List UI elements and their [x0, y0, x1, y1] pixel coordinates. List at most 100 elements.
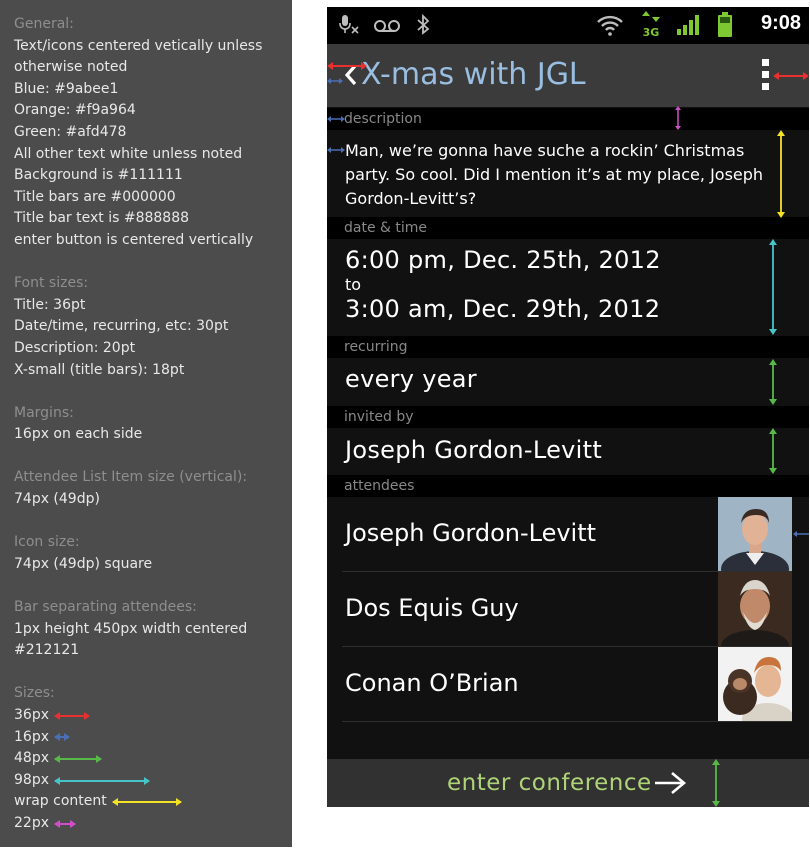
green-size-arrow-icon	[54, 754, 102, 763]
title-bar: X-mas with JGL	[327, 44, 809, 107]
spec-attendee-item: Attendee List Item size (vertical): 74px…	[14, 467, 278, 510]
spec-heading: Margins:	[14, 404, 74, 421]
height-annotation-arrow-icon	[769, 428, 777, 474]
description-section: Man, we’re gonna have suche a rockin’ Ch…	[327, 130, 809, 216]
status-time: 9:08	[760, 12, 801, 34]
spec-heading: Sizes:	[14, 685, 55, 702]
margin-annotation-arrow-icon	[327, 116, 345, 122]
date-time-section: 6:00 pm, Dec. 25th, 2012 to 3:00 am, Dec…	[327, 239, 809, 336]
magenta-size-arrow-icon	[54, 819, 76, 828]
end-datetime: 3:00 am, Dec. 29th, 2012	[345, 295, 661, 323]
start-datetime: 6:00 pm, Dec. 25th, 2012	[345, 246, 661, 274]
size-legend-row: wrap content	[14, 791, 278, 813]
size-legend-row: 98px	[14, 770, 278, 792]
margin-annotation-arrow-icon	[773, 72, 809, 80]
page-title: X-mas with JGL	[361, 57, 586, 92]
voicemail-icon	[372, 13, 402, 42]
height-annotation-arrow-icon	[769, 359, 777, 405]
spec-line: Text/icons centered vetically unless oth…	[14, 37, 263, 76]
spec-line: Orange: #f9a964	[14, 102, 136, 119]
spec-line: Blue: #9abee1	[14, 80, 119, 97]
margin-annotation-arrow-icon	[327, 147, 345, 153]
description-header: description	[327, 108, 809, 130]
attendee-name: Conan O’Brian	[345, 669, 519, 697]
spec-line: enter button is centered vertically	[14, 231, 254, 248]
spec-separator: Bar separating attendees: 1px height 450…	[14, 597, 278, 662]
spec-heading: General:	[14, 16, 74, 32]
signal-icon	[675, 13, 703, 42]
margin-annotation-arrow-icon	[793, 531, 809, 537]
mic-muted-icon	[337, 13, 361, 42]
spec-line: Background is #111111	[14, 167, 183, 184]
attendee-name: Joseph Gordon-Levitt	[345, 519, 597, 547]
3g-data-icon: 3G	[641, 10, 661, 45]
height-annotation-arrow-icon	[712, 759, 720, 807]
recurring-label: recurring	[344, 339, 408, 355]
spec-sizes: Sizes: 36px 16px 48px 98px wrap content …	[14, 683, 278, 834]
height-annotation-arrow-icon	[777, 130, 785, 218]
recurring-section: every year	[327, 358, 809, 406]
arrow-right-icon	[655, 772, 687, 794]
size-label: 98px	[14, 771, 49, 788]
blue-size-arrow-icon	[54, 733, 70, 742]
attendee-list-item[interactable]: Joseph Gordon-Levitt	[327, 497, 809, 572]
overflow-menu-button[interactable]	[758, 59, 772, 93]
height-annotation-arrow-icon	[675, 106, 681, 130]
status-bar: 3G 9:08	[327, 7, 809, 44]
recurring-header: recurring	[327, 336, 809, 358]
size-label: 16px	[14, 728, 49, 745]
spec-heading: Attendee List Item size (vertical):	[14, 469, 248, 486]
size-legend-row: 22px	[14, 813, 278, 835]
date-time-header: date & time	[327, 217, 809, 239]
attendee-name: Dos Equis Guy	[345, 594, 519, 622]
overflow-menu-icon	[758, 59, 772, 90]
size-label: 48px	[14, 750, 49, 767]
spec-line: 1px height 450px width centered	[14, 620, 248, 637]
attendee-avatar	[718, 497, 792, 571]
height-annotation-arrow-icon	[769, 239, 777, 335]
bluetooth-icon	[415, 13, 431, 42]
phone-screen: 3G 9:08 X-mas with JGL description Man, …	[327, 7, 809, 807]
yellow-size-arrow-icon	[111, 798, 182, 807]
invited-by-section: Joseph Gordon-Levitt	[327, 428, 809, 476]
size-label: wrap content	[14, 793, 107, 810]
attendee-avatar	[718, 572, 792, 646]
size-legend-row: 36px	[14, 705, 278, 727]
spec-heading: Font sizes:	[14, 275, 89, 292]
spec-line: Title: 36pt	[14, 296, 86, 313]
size-label: 36px	[14, 707, 49, 723]
description-text: Man, we’re gonna have suche a rockin’ Ch…	[345, 141, 764, 208]
spec-line: Green: #afd478	[14, 123, 127, 140]
spec-line: All other text white unless noted	[14, 145, 243, 162]
size-legend-row: 48px	[14, 748, 278, 770]
battery-icon	[717, 11, 733, 44]
size-label: 22px	[14, 814, 49, 831]
network-label: 3G	[643, 26, 660, 39]
recurring-value: every year	[345, 365, 477, 393]
spec-line: Date/time, recurring, etc: 30pt	[14, 318, 229, 335]
spec-line: 74px (49dp) square	[14, 555, 153, 572]
spec-line: 74px (49dp)	[14, 491, 100, 508]
spec-panel: General: Text/icons centered vetically u…	[0, 0, 292, 847]
attendee-list-item[interactable]: Conan O’Brian	[327, 647, 809, 722]
spec-icon-size: Icon size: 74px (49dp) square	[14, 532, 278, 575]
invited-by-header: invited by	[327, 406, 809, 428]
attendee-list-item[interactable]: Dos Equis Guy	[327, 572, 809, 647]
spec-heading: Icon size:	[14, 534, 80, 551]
spec-font-sizes: Font sizes: Title: 36pt Date/time, recur…	[14, 273, 278, 381]
spec-line: Title bar text is #888888	[14, 210, 190, 227]
enter-conference-button[interactable]: enter conference	[327, 759, 809, 807]
invited-by-value: Joseph Gordon-Levitt	[345, 436, 603, 464]
wifi-icon	[595, 13, 625, 42]
size-legend-row: 16px	[14, 727, 278, 749]
date-time-label: date & time	[344, 220, 428, 236]
enter-conference-label: enter conference	[447, 770, 652, 796]
teal-size-arrow-icon	[54, 776, 150, 785]
spec-line: Title bars are #000000	[14, 188, 176, 205]
spec-line: #212121	[14, 642, 80, 659]
description-label: description	[344, 111, 422, 127]
attendee-separator	[342, 721, 792, 722]
spec-line: 16px on each side	[14, 426, 143, 443]
margin-annotation-arrow-icon	[327, 78, 343, 84]
datetime-to-label: to	[345, 275, 362, 294]
